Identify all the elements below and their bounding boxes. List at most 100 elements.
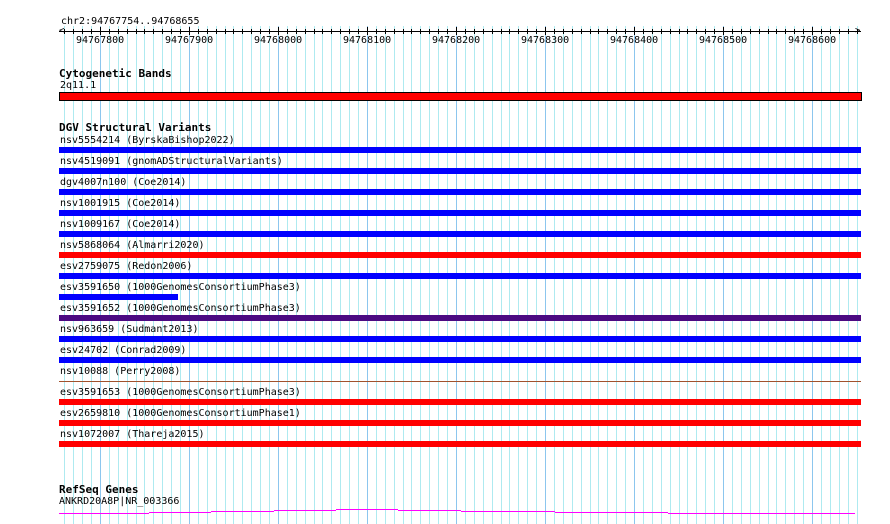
gene-segment[interactable]: [149, 512, 211, 513]
ruler-tick-label: 94768500: [699, 35, 748, 46]
ruler-tick: [857, 29, 858, 34]
ruler-tick: [803, 29, 804, 34]
ruler-tick: [367, 27, 368, 35]
ruler-tick-label: 94768300: [521, 35, 570, 46]
ruler-tick: [180, 29, 181, 34]
variant-bar[interactable]: [59, 273, 861, 279]
ruler-tick: [429, 29, 430, 34]
cytoband-track-title: Cytogenetic Bands: [59, 67, 172, 80]
variant-bar[interactable]: [59, 399, 861, 405]
variant-bar[interactable]: [59, 168, 861, 174]
ruler-tick-label: 94767900: [165, 35, 214, 46]
variant-label[interactable]: nsv5554214 (ByrskaBishop2022): [60, 135, 235, 146]
ruler-tick: [438, 29, 439, 34]
variant-label[interactable]: nsv10088 (Perry2008): [60, 366, 180, 377]
variant-label[interactable]: nsv963659 (Sudmant2013): [60, 324, 198, 335]
ruler-tick: [162, 29, 163, 34]
variant-bar[interactable]: [59, 315, 861, 321]
ruler-tick: [670, 29, 671, 34]
variant-label[interactable]: nsv1009167 (Coe2014): [60, 219, 180, 230]
ruler-tick: [314, 29, 315, 34]
gene-segment[interactable]: [398, 510, 461, 511]
variant-label[interactable]: nsv1001915 (Coe2014): [60, 198, 180, 209]
ruler-tick: [403, 29, 404, 34]
ruler-tick: [153, 29, 154, 34]
variant-label[interactable]: esv3591653 (1000GenomesConsortiumPhase3): [60, 387, 301, 398]
ruler-tick: [394, 29, 395, 34]
ruler-tick: [509, 29, 510, 34]
gene-segment[interactable]: [523, 511, 555, 512]
gene-segment[interactable]: [87, 513, 149, 514]
ruler-tick: [776, 29, 777, 34]
ruler-tick: [287, 29, 288, 34]
ruler-tick: [189, 27, 190, 35]
gene-segment[interactable]: [336, 509, 398, 510]
ruler-tick: [260, 29, 261, 34]
ruler-tick: [848, 29, 849, 34]
variant-bar[interactable]: [59, 357, 861, 363]
variant-label[interactable]: nsv1072007 (Thareja2015): [60, 429, 205, 440]
gene-segment[interactable]: [461, 511, 523, 512]
ruler-tick: [251, 29, 252, 34]
ruler-tick: [652, 29, 653, 34]
variant-bar[interactable]: [59, 336, 861, 342]
ruler-tick: [527, 29, 528, 34]
variant-label[interactable]: nsv4519091 (gnomADStructuralVariants): [60, 156, 283, 167]
variant-bar[interactable]: [59, 210, 861, 216]
ruler-tick: [91, 29, 92, 34]
ruler-tick: [696, 29, 697, 34]
ruler-tick: [198, 29, 199, 34]
gene-segment[interactable]: [668, 513, 731, 514]
gene-segment[interactable]: [606, 512, 668, 513]
variant-label[interactable]: esv2759075 (Redon2006): [60, 261, 192, 272]
ruler-tick: [501, 29, 502, 34]
ruler-tick: [554, 29, 555, 34]
variant-bar[interactable]: [59, 294, 178, 300]
variant-bar[interactable]: [59, 381, 861, 382]
ruler-tick: [714, 29, 715, 34]
variant-label[interactable]: nsv5868064 (Almarri2020): [60, 240, 205, 251]
variant-label[interactable]: esv2659810 (1000GenomesConsortiumPhase1): [60, 408, 301, 419]
ruler-tick: [278, 27, 279, 35]
ruler-tick: [759, 29, 760, 34]
ruler-tick: [563, 29, 564, 34]
ruler-tick: [616, 29, 617, 34]
variant-bar[interactable]: [59, 441, 861, 447]
variant-bar[interactable]: [59, 231, 861, 237]
gene-segment[interactable]: [731, 513, 793, 514]
ruler-tick: [233, 29, 234, 34]
ruler-tick: [358, 29, 359, 34]
ruler-tick: [216, 29, 217, 34]
cytoband-bar[interactable]: [59, 92, 862, 101]
variant-label[interactable]: esv24702 (Conrad2009): [60, 345, 186, 356]
gene-segment[interactable]: [555, 512, 606, 513]
ruler-tick: [625, 29, 626, 34]
ruler-tick: [376, 29, 377, 34]
ruler-tick: [741, 29, 742, 34]
ruler-tick: [634, 27, 635, 35]
gene-segment[interactable]: [211, 511, 274, 512]
ruler-tick: [607, 29, 608, 34]
refseq-track-title: RefSeq Genes: [59, 483, 139, 496]
ruler-tick: [492, 29, 493, 34]
ruler-tick: [411, 29, 412, 34]
ruler-tick: [269, 29, 270, 34]
ruler-tick-label: 94768200: [432, 35, 481, 46]
variant-bar[interactable]: [59, 147, 861, 153]
ruler-tick: [723, 27, 724, 35]
ruler-tick: [768, 29, 769, 34]
gene-segment[interactable]: [274, 510, 336, 511]
refseq-gene-label[interactable]: ANKRD20A8P|NR_003366: [59, 496, 179, 507]
variant-label[interactable]: esv3591652 (1000GenomesConsortiumPhase3): [60, 303, 301, 314]
ruler-tick: [64, 29, 65, 34]
gene-segment[interactable]: [793, 513, 855, 514]
variant-bar[interactable]: [59, 189, 861, 195]
ruler-tick: [349, 29, 350, 34]
variant-bar[interactable]: [59, 252, 861, 258]
gene-segment[interactable]: [59, 513, 87, 514]
variant-label[interactable]: esv3591650 (1000GenomesConsortiumPhase3): [60, 282, 301, 293]
ruler-tick: [839, 29, 840, 34]
variant-bar[interactable]: [59, 420, 861, 426]
variant-label[interactable]: dgv4007n100 (Coe2014): [60, 177, 186, 188]
ruler-range-label: chr2:94767754..94768655: [61, 16, 200, 27]
